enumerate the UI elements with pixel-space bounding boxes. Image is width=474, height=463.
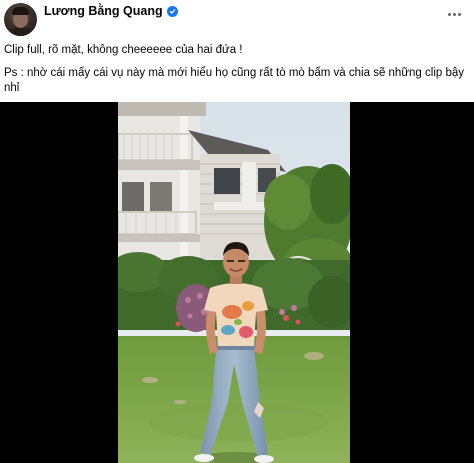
video-player[interactable] xyxy=(0,102,474,463)
video-frame[interactable] xyxy=(118,102,350,463)
post-header: Lương Bằng Quang xyxy=(0,0,474,40)
more-options-icon[interactable] xyxy=(444,7,464,21)
avatar-shoulders xyxy=(7,27,34,36)
author-name-row: Lương Bằng Quang xyxy=(44,3,178,19)
video-scene xyxy=(118,102,350,463)
post-caption: Clip full, rõ mặt, không cheeeeee của ha… xyxy=(4,43,470,96)
verified-badge-icon xyxy=(166,5,178,17)
avatar-hair xyxy=(12,7,29,15)
caption-line-2: Ps : nhờ cái mấy cái vụ này mà mới hiểu … xyxy=(4,67,464,94)
author-name[interactable]: Lương Bằng Quang xyxy=(44,4,163,18)
caption-line-1: Clip full, rõ mặt, không cheeeeee của ha… xyxy=(4,44,243,56)
author-avatar[interactable] xyxy=(4,3,37,36)
